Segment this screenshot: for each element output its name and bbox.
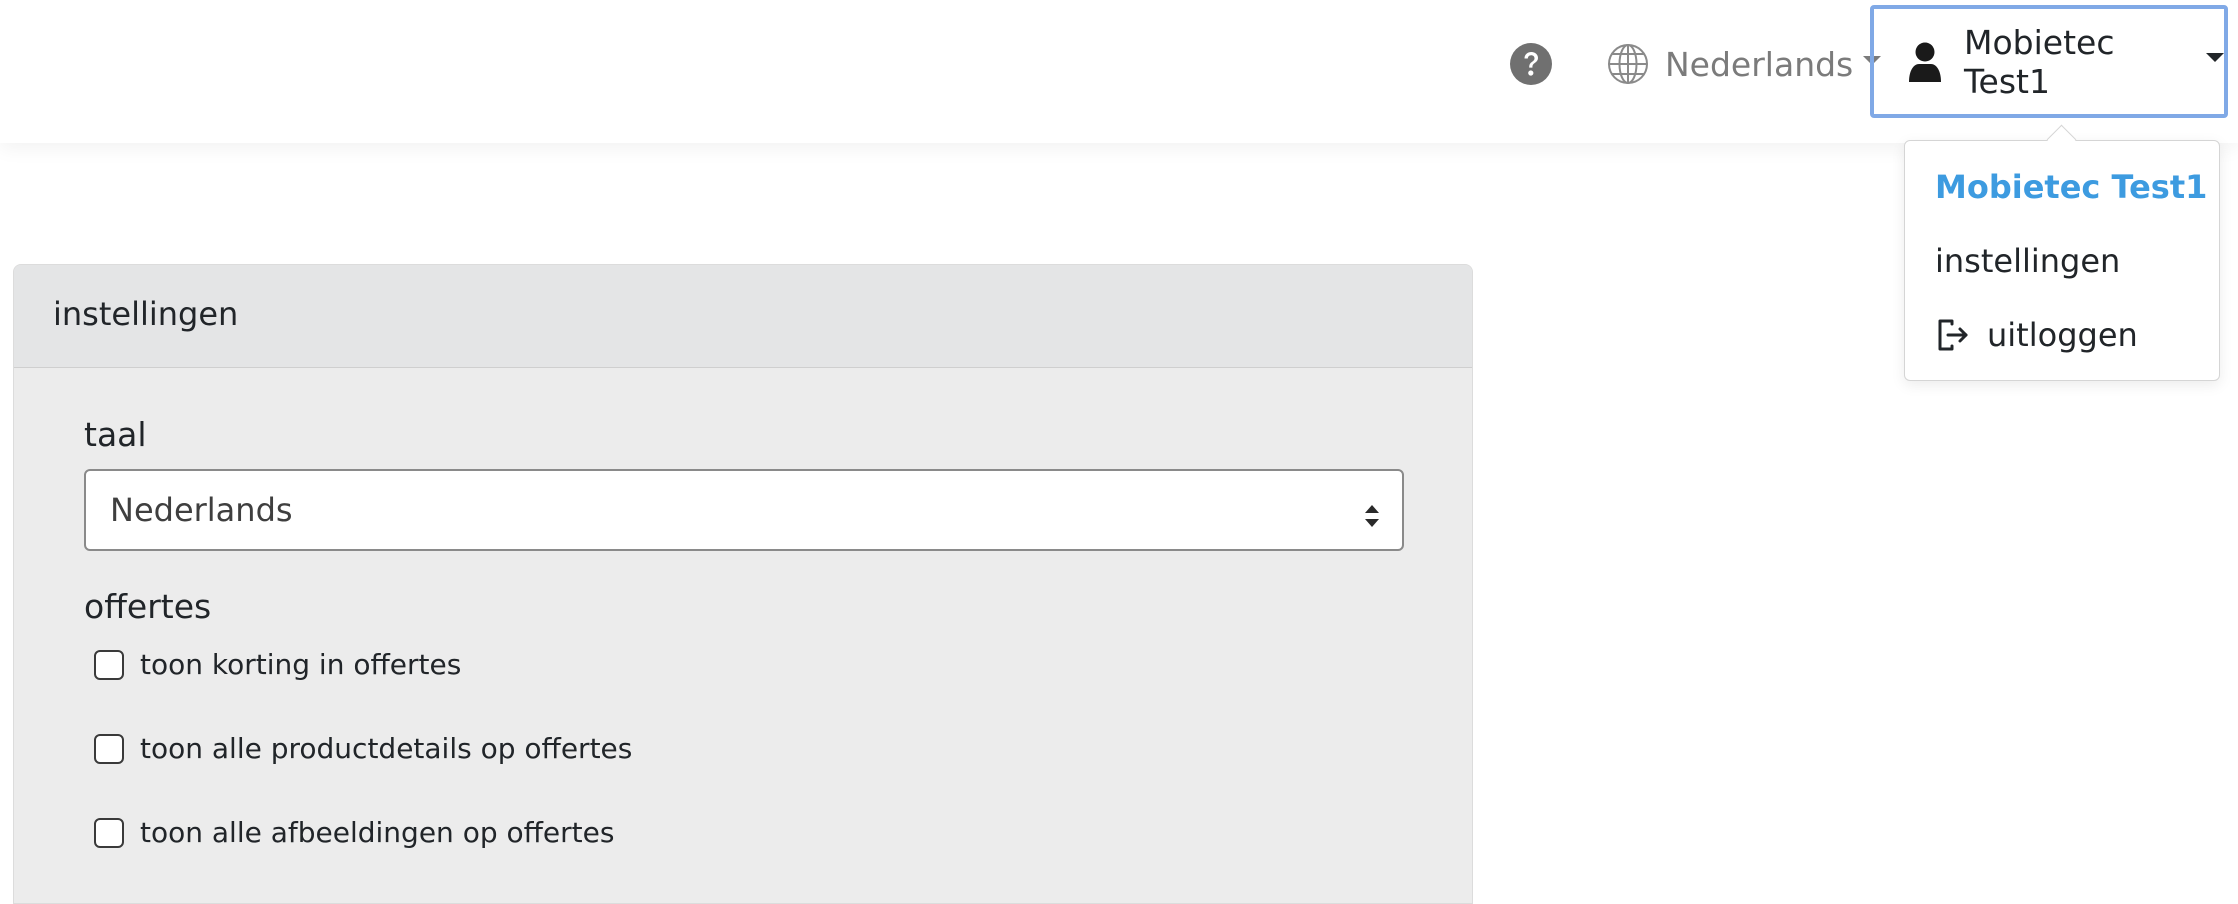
- top-navbar: Nederlands Mobietec Test1: [0, 0, 2238, 143]
- user-menu-toggle[interactable]: Mobietec Test1: [1870, 5, 2228, 118]
- settings-card: instellingen taal Nederlands offertes to…: [13, 264, 1473, 904]
- question-circle-icon[interactable]: [1509, 42, 1553, 86]
- select-arrows-icon: [1364, 499, 1380, 527]
- language-field-label: taal: [84, 415, 147, 454]
- user-name: Mobietec Test1: [1964, 22, 2115, 101]
- checkbox[interactable]: [94, 817, 124, 848]
- checkbox-label: toon korting in offertes: [140, 648, 462, 681]
- language-dropdown-toggle[interactable]: Nederlands: [1607, 40, 1882, 88]
- globe-icon: [1607, 43, 1649, 85]
- language-select[interactable]: Nederlands: [84, 469, 1404, 551]
- offers-section-label: offertes: [84, 587, 212, 626]
- user-dropdown-menu: Mobietec Test1 instellingen uitloggen: [1904, 140, 2220, 381]
- menu-item-logout[interactable]: uitloggen: [1935, 315, 2138, 355]
- checkbox[interactable]: [94, 733, 124, 764]
- user-icon: [1908, 42, 1942, 82]
- checkbox[interactable]: [94, 649, 124, 680]
- dropdown-header-user-name: Mobietec Test1: [1935, 168, 2208, 206]
- checkbox-show-product-details[interactable]: toon alle productdetails op offertes: [94, 732, 632, 765]
- chevron-down-icon: [2206, 53, 2224, 62]
- language-select-value: Nederlands: [110, 491, 293, 529]
- logout-label: uitloggen: [1987, 316, 2138, 354]
- language-label: Nederlands: [1665, 44, 1854, 84]
- checkbox-label: toon alle afbeeldingen op offertes: [140, 816, 615, 849]
- checkbox-label: toon alle productdetails op offertes: [140, 732, 633, 765]
- settings-card-title: instellingen: [53, 295, 239, 333]
- checkbox-show-discount[interactable]: toon korting in offertes: [94, 648, 461, 681]
- checkbox-show-images[interactable]: toon alle afbeeldingen op offertes: [94, 816, 614, 849]
- menu-item-settings[interactable]: instellingen: [1935, 241, 2120, 281]
- sign-out-icon: [1935, 317, 1971, 353]
- settings-card-header: instellingen: [14, 265, 1472, 368]
